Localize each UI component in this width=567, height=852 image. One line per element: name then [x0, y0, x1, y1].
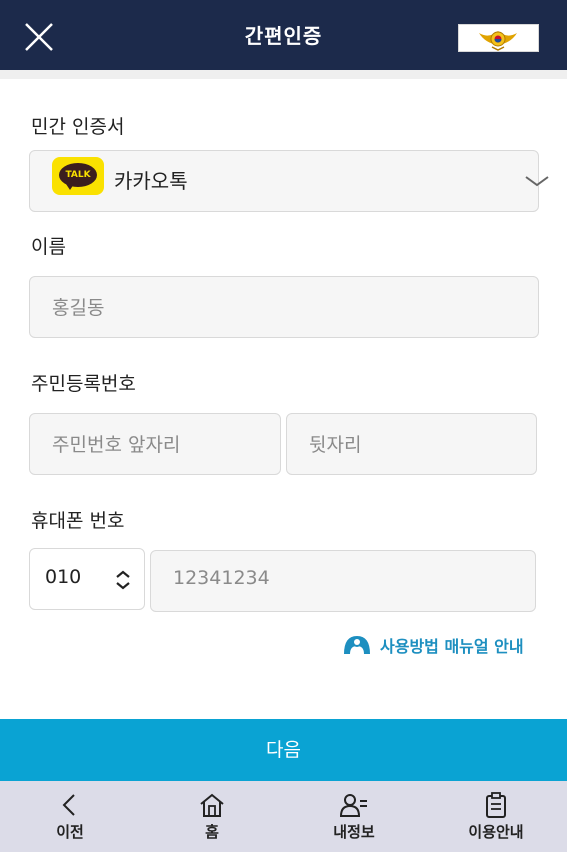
guide-clipboard-icon — [486, 792, 506, 818]
my-info-icon — [340, 794, 367, 817]
name-placeholder: 홍길동 — [52, 297, 105, 319]
name-label: 이름 — [31, 236, 66, 258]
home-icon — [200, 793, 224, 817]
kakaotalk-icon: TALK — [52, 157, 104, 195]
header-divider — [0, 70, 567, 79]
rrn-front-placeholder: 주민번호 앞자리 — [52, 434, 181, 456]
tab-guide[interactable]: 이용안내 — [436, 781, 556, 852]
phone-number-placeholder: 12341234 — [173, 567, 270, 589]
certificate-label: 민간 인증서 — [31, 116, 125, 138]
bottom-tab-bar: 이전 홈 내정보 이용안내 — [0, 781, 567, 852]
phone-number-input[interactable]: 12341234 — [150, 550, 536, 612]
user-guide-icon — [344, 636, 370, 654]
name-input[interactable]: 홍길동 — [29, 276, 539, 338]
police-emblem-icon — [458, 24, 539, 52]
tab-guide-label: 이용안내 — [468, 823, 524, 841]
rrn-back-placeholder: 뒷자리 — [309, 434, 362, 456]
tab-back-label: 이전 — [56, 823, 84, 841]
rrn-front-input[interactable]: 주민번호 앞자리 — [29, 413, 281, 475]
tab-home-label: 홈 — [205, 823, 219, 841]
tab-home[interactable]: 홈 — [152, 781, 272, 852]
header-bar: 간편인증 — [0, 0, 567, 70]
phone-prefix-value: 010 — [45, 566, 82, 588]
phone-label: 휴대폰 번호 — [31, 510, 125, 532]
tab-my-info-label: 내정보 — [333, 823, 375, 841]
phone-prefix-select[interactable]: 010 — [29, 548, 145, 610]
certificate-selected-value: 카카오톡 — [114, 169, 188, 193]
back-arrow-icon — [62, 794, 75, 816]
rrn-label: 주민등록번호 — [31, 373, 136, 395]
next-button[interactable]: 다음 — [0, 719, 567, 781]
manual-guide-label: 사용방법 매뉴얼 안내 — [380, 637, 524, 656]
up-down-icon — [116, 570, 130, 590]
certificate-select[interactable]: TALK 카카오톡 — [29, 150, 549, 212]
tab-my-info[interactable]: 내정보 — [294, 781, 414, 852]
tab-back[interactable]: 이전 — [10, 781, 130, 852]
chevron-down-icon — [525, 176, 549, 187]
rrn-back-input[interactable]: 뒷자리 — [286, 413, 537, 475]
